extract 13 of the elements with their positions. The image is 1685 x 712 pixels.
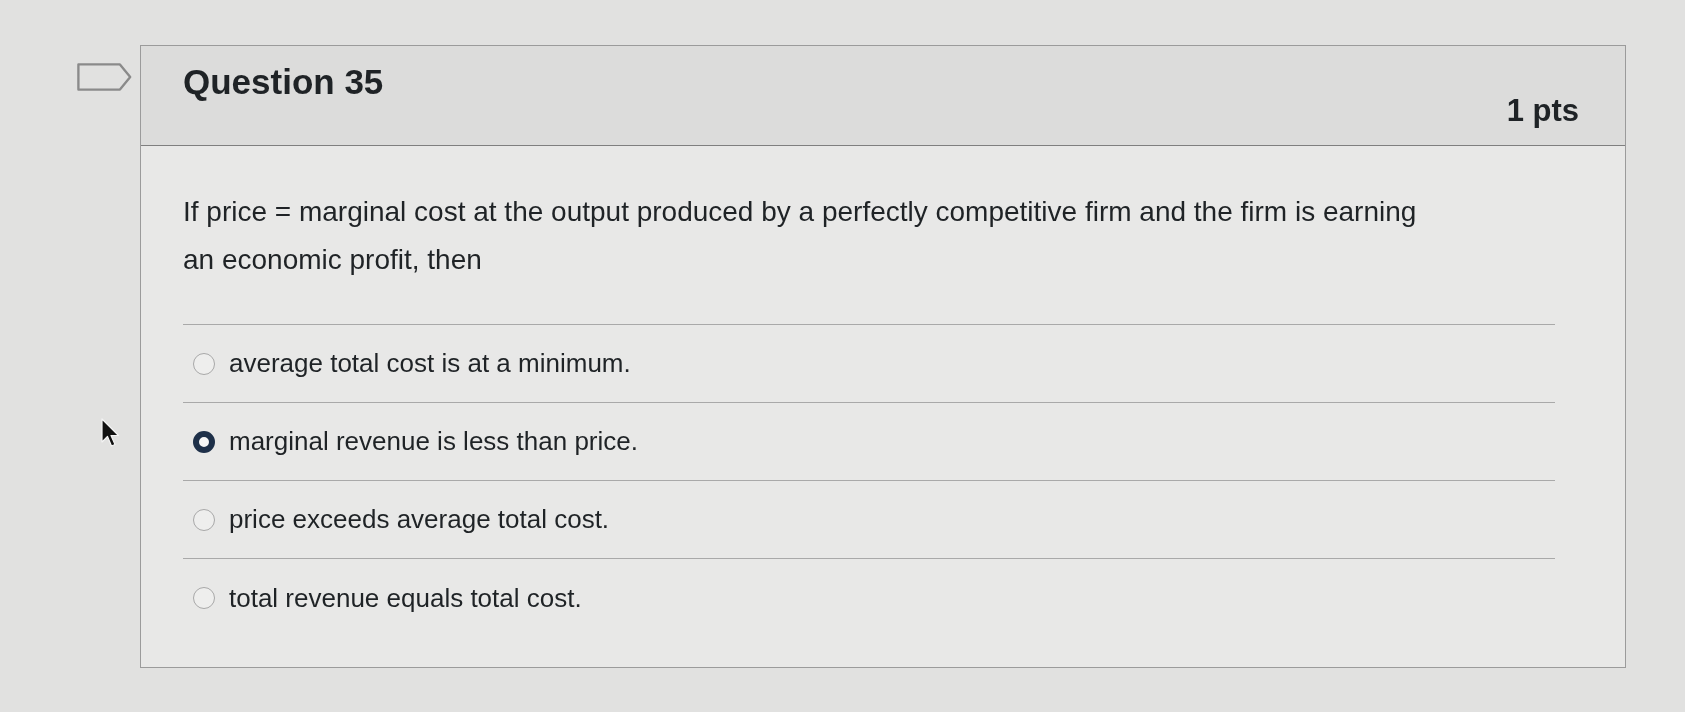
question-title: Question 35 [183, 62, 384, 102]
radio-button[interactable] [193, 508, 215, 531]
question-text: If price = marginal cost at the output produced by a perfectly competitive firm and the firm is earning an economic profit, then [183, 195, 1418, 277]
flag-icon[interactable] [76, 63, 134, 91]
radio-button[interactable] [193, 587, 215, 609]
radio-button[interactable] [193, 430, 215, 453]
answer-option[interactable]: total revenue equals total cost. [229, 582, 582, 614]
answer-option[interactable]: price exceeds average total cost. [229, 504, 610, 535]
answer-option[interactable]: marginal revenue is less than price. [229, 426, 638, 457]
answer-option[interactable]: average total cost is at a minimum. [229, 348, 631, 379]
cursor-icon [100, 418, 120, 448]
question-points: 1 pts [1506, 93, 1579, 129]
radio-button[interactable] [193, 352, 215, 375]
